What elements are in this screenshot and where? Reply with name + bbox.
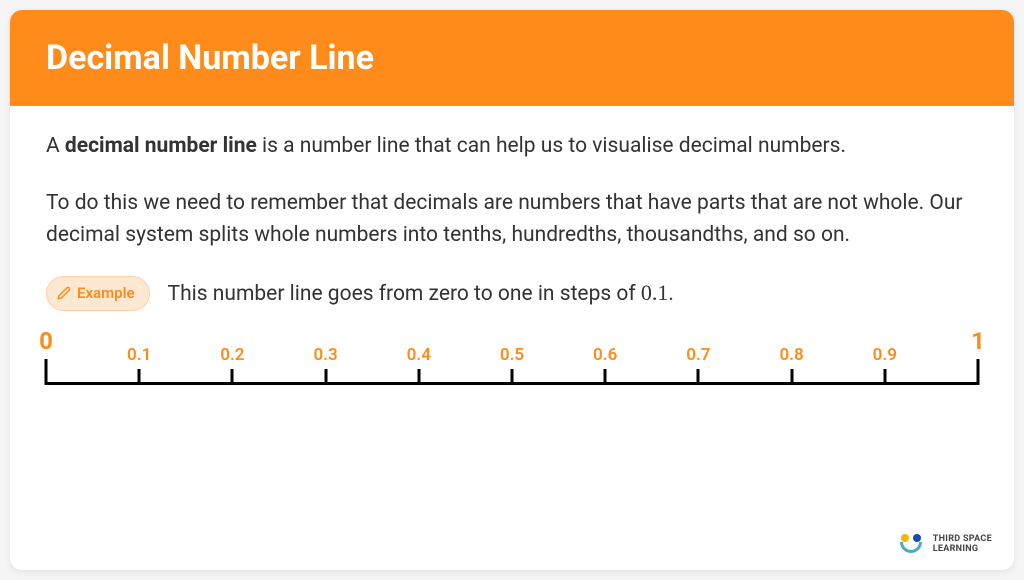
- intro-suffix: is a number line that can help us to vis…: [257, 134, 846, 158]
- numberline-label-minor: 0.8: [779, 345, 803, 365]
- logo-text: THIRD SPACE LEARNING: [933, 535, 992, 555]
- intro-prefix: A: [46, 134, 65, 158]
- example-row: Example This number line goes from zero …: [46, 276, 978, 311]
- intro-paragraph: A decimal number line is a number line t…: [46, 130, 978, 163]
- numberline-label-minor: 0.5: [500, 345, 524, 365]
- example-text-prefix: This number line goes from zero to one i…: [168, 282, 641, 306]
- numberline-tick-minor: [511, 369, 514, 385]
- brand-logo: THIRD SPACE LEARNING: [897, 534, 992, 556]
- lesson-card: Decimal Number Line A decimal number lin…: [10, 10, 1014, 570]
- numberline-label-minor: 0.3: [313, 345, 337, 365]
- numberline-tick-minor: [790, 369, 793, 385]
- header-bar: Decimal Number Line: [10, 10, 1014, 106]
- example-text-value: 0.1: [641, 280, 669, 305]
- numberline-label-minor: 0.9: [873, 345, 897, 365]
- example-text: This number line goes from zero to one i…: [168, 276, 674, 311]
- numberline-label-major: 0: [39, 327, 53, 355]
- numberline-tick-minor: [417, 369, 420, 385]
- numberline-label-minor: 0.7: [686, 345, 710, 365]
- example-badge-label: Example: [77, 282, 135, 305]
- numberline-container: 0 1 0.1 0.2 0.3 0.4 0.5 0.6 0.7 0.8 0.9: [10, 325, 1014, 397]
- numberline-label-minor: 0.1: [127, 345, 151, 365]
- numberline-label-minor: 0.4: [407, 345, 431, 365]
- intro-bold-term: decimal number line: [65, 134, 257, 158]
- numberline-label-minor: 0.6: [593, 345, 617, 365]
- numberline-tick-minor: [324, 369, 327, 385]
- logo-line2: LEARNING: [933, 545, 992, 555]
- example-badge: Example: [46, 276, 150, 311]
- pencil-icon: [57, 286, 71, 300]
- numberline-tick-minor: [883, 369, 886, 385]
- numberline-tick-major: [45, 359, 48, 385]
- example-text-suffix: .: [668, 282, 674, 306]
- logo-mark-icon: [897, 534, 925, 556]
- numberline-tick-minor: [604, 369, 607, 385]
- numberline-tick-minor: [138, 369, 141, 385]
- numberline-label-major: 1: [971, 327, 985, 355]
- content-area: A decimal number line is a number line t…: [10, 106, 1014, 311]
- numberline-tick-minor: [231, 369, 234, 385]
- numberline-tick-minor: [697, 369, 700, 385]
- numberline-label-minor: 0.2: [220, 345, 244, 365]
- numberline-tick-major: [977, 359, 980, 385]
- explanation-paragraph: To do this we need to remember that deci…: [46, 187, 978, 252]
- numberline: 010.10.20.30.40.50.60.70.80.9: [46, 325, 978, 397]
- page-title: Decimal Number Line: [46, 38, 978, 78]
